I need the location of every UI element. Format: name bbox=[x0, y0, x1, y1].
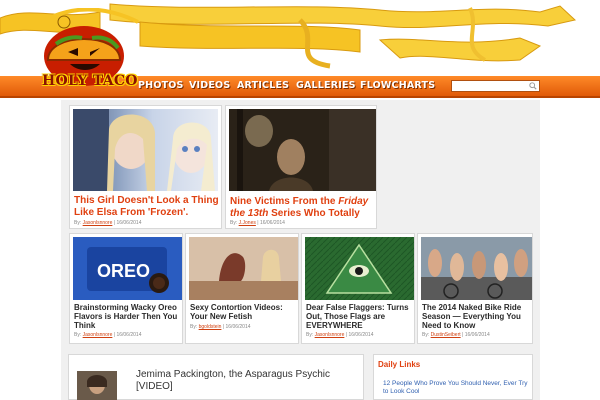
post-card-oreo[interactable]: OREO Brainstorming Wacky Oreo Flavors is… bbox=[69, 233, 183, 344]
post-byline: By: Jasonlsnnore | 16/06/2014 bbox=[306, 332, 373, 338]
story-title[interactable]: Jemima Packington, the Asparagus Psychic… bbox=[136, 369, 361, 393]
post-date: | 16/06/2014 bbox=[113, 220, 142, 226]
post-card-bike-ride[interactable]: The 2014 Naked Bike Ride Season — Everyt… bbox=[417, 233, 533, 344]
post-title[interactable]: Sexy Contortion Videos: Your New Fetish bbox=[190, 303, 298, 321]
post-image[interactable] bbox=[421, 237, 532, 300]
post-byline: By: bgoldstein | 16/06/2014 bbox=[190, 324, 251, 330]
title-part: Nine Victims From the bbox=[230, 196, 339, 207]
post-byline: By: Jasonlsnnore | 16/06/2014 bbox=[74, 332, 141, 338]
author-link[interactable]: Jasonlsnnore bbox=[315, 332, 345, 338]
post-image[interactable] bbox=[189, 237, 298, 300]
story-photo bbox=[77, 371, 117, 400]
author-link[interactable]: bgoldstein bbox=[199, 324, 222, 330]
author-link[interactable]: DustinSeibert bbox=[431, 332, 461, 338]
featured-byline: By: Jasonlsnnore | 16/06/2014 bbox=[74, 220, 141, 226]
post-photo bbox=[305, 237, 414, 300]
post-photo bbox=[421, 237, 532, 300]
story-item[interactable]: Jemima Packington, the Asparagus Psychic… bbox=[68, 354, 364, 400]
post-image[interactable] bbox=[305, 237, 414, 300]
post-card-flaggers[interactable]: Dear False Flaggers: Turns Out, Those Fl… bbox=[301, 233, 415, 344]
post-card-contortion[interactable]: Sexy Contortion Videos: Your New Fetish … bbox=[185, 233, 299, 344]
post-title[interactable]: Brainstorming Wacky Oreo Flavors is Hard… bbox=[74, 303, 182, 331]
featured-photo bbox=[229, 109, 376, 191]
author-link[interactable]: Jasonlsnnore bbox=[83, 220, 113, 226]
byline-label: By: bbox=[422, 332, 430, 338]
byline-label: By: bbox=[190, 324, 198, 330]
featured-image[interactable] bbox=[229, 109, 376, 191]
nav-flowcharts[interactable]: FLOWCHARTS bbox=[360, 80, 435, 91]
daily-link-item[interactable]: 12 People Who Prove You Should Never, Ev… bbox=[383, 380, 531, 397]
nav-videos[interactable]: VIDEOS bbox=[189, 80, 230, 91]
featured-title[interactable]: Nine Victims From the Friday the 13th Se… bbox=[230, 196, 376, 219]
byline-label: By: bbox=[74, 220, 82, 226]
post-date: | 16/06/2014 bbox=[345, 332, 374, 338]
featured-photo bbox=[73, 109, 215, 191]
post-date: | 16/06/2014 bbox=[257, 220, 285, 226]
story-thumbnail[interactable] bbox=[77, 371, 117, 400]
featured-card-elsa[interactable]: This Girl Doesn't Look a Thing Like Elsa… bbox=[69, 105, 222, 229]
search-icon[interactable] bbox=[529, 82, 537, 90]
daily-links-heading: Daily Links bbox=[378, 360, 421, 369]
post-date: | 16/06/2014 bbox=[222, 324, 251, 330]
byline-label: By: bbox=[74, 332, 82, 338]
post-byline: By: DustinSeibert | 16/06/2014 bbox=[422, 332, 490, 338]
featured-title[interactable]: This Girl Doesn't Look a Thing Like Elsa… bbox=[74, 195, 222, 218]
post-photo bbox=[189, 237, 298, 300]
post-date: | 16/06/2014 bbox=[462, 332, 490, 338]
logo-text: HOLY TACO bbox=[42, 73, 138, 89]
svg-text:OREO: OREO bbox=[97, 261, 150, 281]
daily-links-panel: Daily Links 12 People Who Prove You Shou… bbox=[373, 354, 533, 400]
post-title[interactable]: The 2014 Naked Bike Ride Season — Everyt… bbox=[422, 303, 532, 331]
nav-galleries[interactable]: GALLERIES bbox=[296, 80, 356, 91]
post-photo: OREO bbox=[73, 237, 182, 300]
author-link[interactable]: J.Jones bbox=[239, 220, 256, 226]
title-part: Series Who Totally bbox=[268, 207, 360, 219]
featured-byline: By: J.Jones | 16/06/2014 bbox=[230, 220, 285, 226]
author-link[interactable]: Jasonlsnnore bbox=[83, 332, 113, 338]
featured-card-friday[interactable]: Nine Victims From the Friday the 13th Se… bbox=[225, 105, 377, 229]
nav-articles[interactable]: ARTICLES bbox=[237, 80, 289, 91]
post-image[interactable]: OREO bbox=[73, 237, 182, 300]
search-input[interactable] bbox=[451, 80, 540, 92]
byline-label: By: bbox=[230, 220, 238, 226]
byline-label: By: bbox=[306, 332, 314, 338]
post-title[interactable]: Dear False Flaggers: Turns Out, Those Fl… bbox=[306, 303, 414, 331]
post-date: | 16/06/2014 bbox=[113, 332, 142, 338]
featured-image[interactable] bbox=[73, 109, 218, 191]
